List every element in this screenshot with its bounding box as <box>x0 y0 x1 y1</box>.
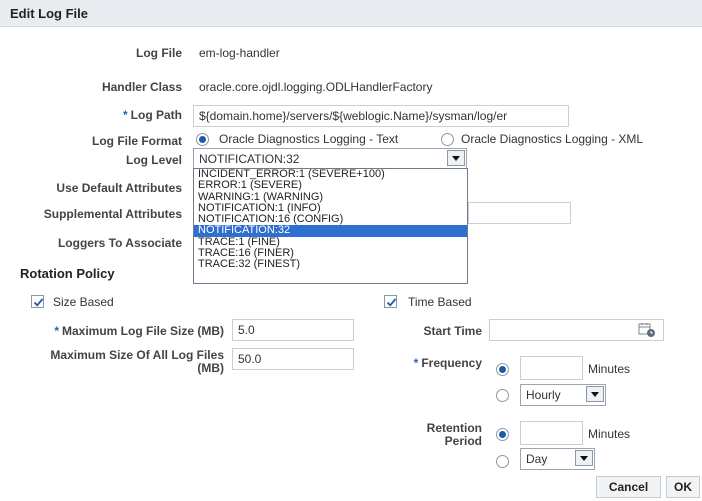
size-based-checkbox[interactable] <box>31 295 44 308</box>
frequency-hourly-radio[interactable] <box>496 389 509 402</box>
max-log-file-size-label: * Maximum Log File Size (MB) <box>54 324 224 338</box>
retention-select[interactable]: Day <box>520 448 595 470</box>
supplemental-attributes-input[interactable] <box>468 202 571 224</box>
retention-day-radio[interactable] <box>496 455 509 468</box>
frequency-minutes-radio[interactable] <box>496 363 509 376</box>
retention-period-label-line1: Retention <box>426 421 482 435</box>
format-text-label: Oracle Diagnostics Logging - Text <box>219 132 399 146</box>
supplemental-attributes-label: Supplemental Attributes <box>43 207 182 221</box>
retention-selected: Day <box>526 452 548 466</box>
start-time-label: Start Time <box>423 324 482 338</box>
frequency-select[interactable]: Hourly <box>520 384 606 406</box>
edit-log-file-dialog: Edit Log File Log File em-log-handler Ha… <box>0 0 702 501</box>
max-size-all-label-line1: Maximum Size Of All Log Files <box>50 348 224 362</box>
max-size-all-input[interactable]: 50.0 <box>232 348 354 370</box>
chevron-down-icon[interactable] <box>447 150 465 166</box>
check-icon <box>386 298 397 307</box>
log-level-option[interactable]: TRACE:32 (FINEST) <box>194 259 467 270</box>
format-text-radio[interactable] <box>196 133 209 146</box>
log-level-select[interactable]: NOTIFICATION:32 <box>193 148 467 169</box>
retention-minutes-label: Minutes <box>588 427 631 441</box>
calendar-clock-icon[interactable] <box>638 322 656 338</box>
dialog-titlebar: Edit Log File <box>0 0 702 27</box>
time-based-checkbox[interactable] <box>384 295 397 308</box>
frequency-selected: Hourly <box>526 388 561 402</box>
format-xml-radio[interactable] <box>441 133 454 146</box>
log-level-selected: NOTIFICATION:32 <box>199 152 300 166</box>
use-default-attributes-label: Use Default Attributes <box>56 181 182 195</box>
required-marker: * <box>123 108 128 122</box>
ok-button[interactable]: OK <box>666 476 700 498</box>
retention-minutes-input[interactable] <box>520 421 583 445</box>
log-path-input[interactable]: ${domain.home}/servers/${weblogic.Name}/… <box>193 105 569 127</box>
retention-minutes-radio[interactable] <box>496 428 509 441</box>
loggers-to-associate-label: Loggers To Associate <box>57 236 182 250</box>
retention-period-label-line2: Period <box>444 434 482 448</box>
size-based-label: Size Based <box>53 295 114 309</box>
log-path-label: * Log Path <box>123 108 182 122</box>
cancel-button[interactable]: Cancel <box>596 476 661 498</box>
dialog-title: Edit Log File <box>10 6 88 21</box>
log-file-label: Log File <box>136 46 182 60</box>
log-level-dropdown-list[interactable]: INCIDENT_ERROR:1 (SEVERE+100) ERROR:1 (S… <box>193 168 468 284</box>
log-level-label: Log Level <box>125 153 182 167</box>
frequency-minutes-input[interactable] <box>520 356 583 380</box>
chevron-down-icon[interactable] <box>575 450 593 466</box>
max-log-file-size-input[interactable]: 5.0 <box>232 319 354 341</box>
handler-class-value: oracle.core.ojdl.logging.ODLHandlerFacto… <box>199 80 433 94</box>
chevron-down-icon[interactable] <box>586 386 604 402</box>
time-based-label: Time Based <box>408 295 472 309</box>
frequency-label: * Frequency <box>413 356 482 370</box>
log-file-format-label: Log File Format <box>92 134 182 148</box>
handler-class-label: Handler Class <box>101 80 182 94</box>
log-file-value: em-log-handler <box>199 46 280 60</box>
log-level-option[interactable]: ERROR:1 (SEVERE) <box>194 180 467 191</box>
rotation-policy-heading: Rotation Policy <box>20 266 115 281</box>
max-size-all-label-line2: (MB) <box>197 361 224 375</box>
frequency-minutes-label: Minutes <box>588 362 631 376</box>
check-icon <box>33 298 44 307</box>
format-xml-label: Oracle Diagnostics Logging - XML <box>461 132 644 146</box>
